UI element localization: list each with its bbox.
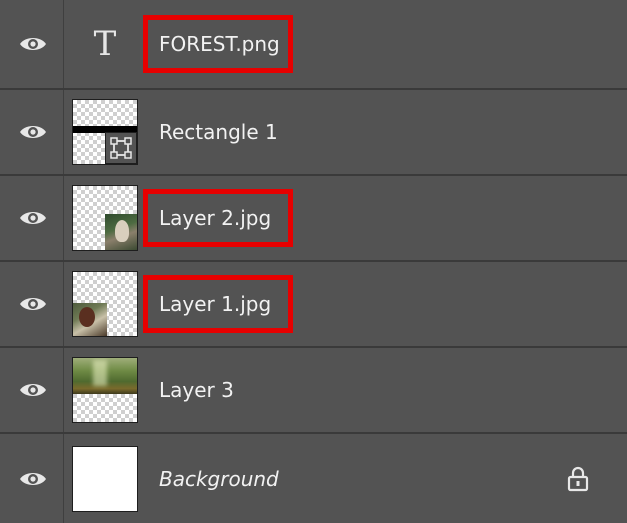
eye-icon[interactable] (19, 35, 47, 53)
type-layer-icon: T (93, 24, 117, 64)
shape-path-icon (105, 132, 137, 164)
layer-thumbnail (72, 271, 138, 337)
layer-thumbnail (72, 185, 138, 251)
visibility-toggle[interactable] (0, 262, 64, 346)
layer-row-rectangle-1[interactable]: Rectangle 1 (0, 90, 627, 176)
owl-figure (115, 220, 129, 242)
layer-row-layer-1[interactable]: Layer 1.jpg (0, 262, 627, 348)
lock-icon[interactable] (567, 466, 589, 492)
layer-row-layer-2[interactable]: Layer 2.jpg (0, 176, 627, 262)
eye-icon[interactable] (19, 470, 47, 488)
eye-icon[interactable] (19, 295, 47, 313)
portrait-image (73, 303, 107, 336)
layer-row-layer-3[interactable]: Layer 3 (0, 348, 627, 434)
highlight-box (143, 189, 293, 247)
portrait-figure (79, 307, 95, 327)
layer-thumbnail (72, 99, 138, 165)
eye-icon[interactable] (19, 123, 47, 141)
layer-thumbnail (72, 445, 138, 512)
visibility-toggle[interactable] (0, 90, 64, 174)
highlight-box (143, 275, 293, 333)
layer-name[interactable]: Background (159, 466, 279, 492)
forest-image (73, 358, 137, 394)
highlight-box (143, 15, 293, 73)
layer-name[interactable]: Rectangle 1 (159, 119, 278, 145)
layer-row-forest[interactable]: T FOREST.png (0, 0, 627, 90)
visibility-toggle[interactable] (0, 0, 64, 88)
forest-light (93, 360, 107, 386)
visibility-toggle[interactable] (0, 176, 64, 260)
eye-icon[interactable] (19, 381, 47, 399)
visibility-toggle[interactable] (0, 348, 64, 432)
owl-image (105, 214, 137, 250)
visibility-toggle[interactable] (0, 434, 64, 523)
eye-icon[interactable] (19, 209, 47, 227)
layers-panel: T FOREST.png Rectangle 1 Layer 2.jpg Lay… (0, 0, 627, 523)
layer-name[interactable]: Layer 3 (159, 377, 234, 403)
layer-thumbnail (72, 357, 138, 423)
layer-row-background[interactable]: Background (0, 434, 627, 523)
